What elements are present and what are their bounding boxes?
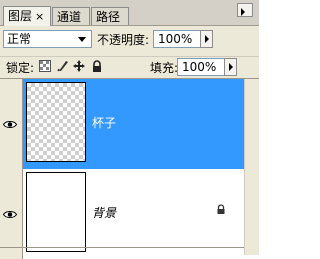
- layer-thumbnail: [26, 172, 86, 252]
- lock-icon: [217, 204, 225, 214]
- blend-row: 正常 不透明度: 100%: [0, 26, 259, 56]
- tab-channels[interactable]: 通道: [52, 7, 90, 25]
- layer-name[interactable]: 背景: [92, 204, 116, 221]
- visibility-toggle[interactable]: [0, 79, 23, 169]
- tab-close-icon[interactable]: ×: [35, 8, 44, 26]
- layers-scrollbar[interactable]: [244, 79, 259, 255]
- lock-transparent-pixels-icon[interactable]: [39, 60, 51, 72]
- opacity-label: 不透明度:: [97, 33, 150, 47]
- layers-bottom-divider: [0, 247, 245, 248]
- fill-slider-button[interactable]: [224, 58, 237, 76]
- eye-icon: [3, 211, 17, 218]
- layer-body: 背景: [23, 169, 245, 259]
- layer-row-background[interactable]: 背景: [0, 169, 245, 259]
- visibility-toggle[interactable]: [0, 169, 23, 259]
- tab-paths-label: 路径: [96, 10, 121, 24]
- blend-mode-value: 正常: [7, 32, 32, 46]
- fill-label: 填充:: [150, 61, 179, 75]
- tab-channels-label: 通道: [57, 10, 82, 24]
- layers-panel: 图层 × 通道 路径 正常 不透明度: 100% 锁定: 填充: 100% 杯子…: [0, 0, 259, 259]
- lock-row: 锁定: 填充: 100%: [0, 56, 259, 79]
- layer-row-cup[interactable]: 杯子: [0, 79, 245, 169]
- lock-label: 锁定:: [6, 61, 35, 75]
- tab-layers[interactable]: 图层 ×: [3, 6, 51, 26]
- chevron-down-icon: [78, 37, 86, 42]
- tab-paths[interactable]: 路径: [91, 7, 129, 25]
- fill-input[interactable]: 100%: [177, 58, 225, 76]
- layer-name[interactable]: 杯子: [92, 114, 116, 131]
- lock-all-icon[interactable]: [91, 60, 103, 72]
- layer-body: 杯子: [23, 79, 245, 169]
- eye-icon: [3, 121, 17, 128]
- panel-menu-icon[interactable]: [237, 3, 253, 17]
- layers-list: 杯子 背景: [0, 78, 259, 259]
- lock-image-pixels-icon[interactable]: [57, 60, 69, 72]
- fill-value: 100%: [182, 60, 217, 74]
- opacity-value: 100%: [158, 32, 193, 46]
- blend-mode-select[interactable]: 正常: [3, 30, 92, 48]
- opacity-input[interactable]: 100%: [153, 30, 201, 48]
- lock-position-icon[interactable]: [73, 60, 85, 72]
- panel-tab-bar: 图层 × 通道 路径: [0, 0, 259, 26]
- opacity-slider-button[interactable]: [200, 30, 213, 48]
- tab-layers-label: 图层: [8, 9, 33, 23]
- layer-thumbnail: [26, 82, 86, 162]
